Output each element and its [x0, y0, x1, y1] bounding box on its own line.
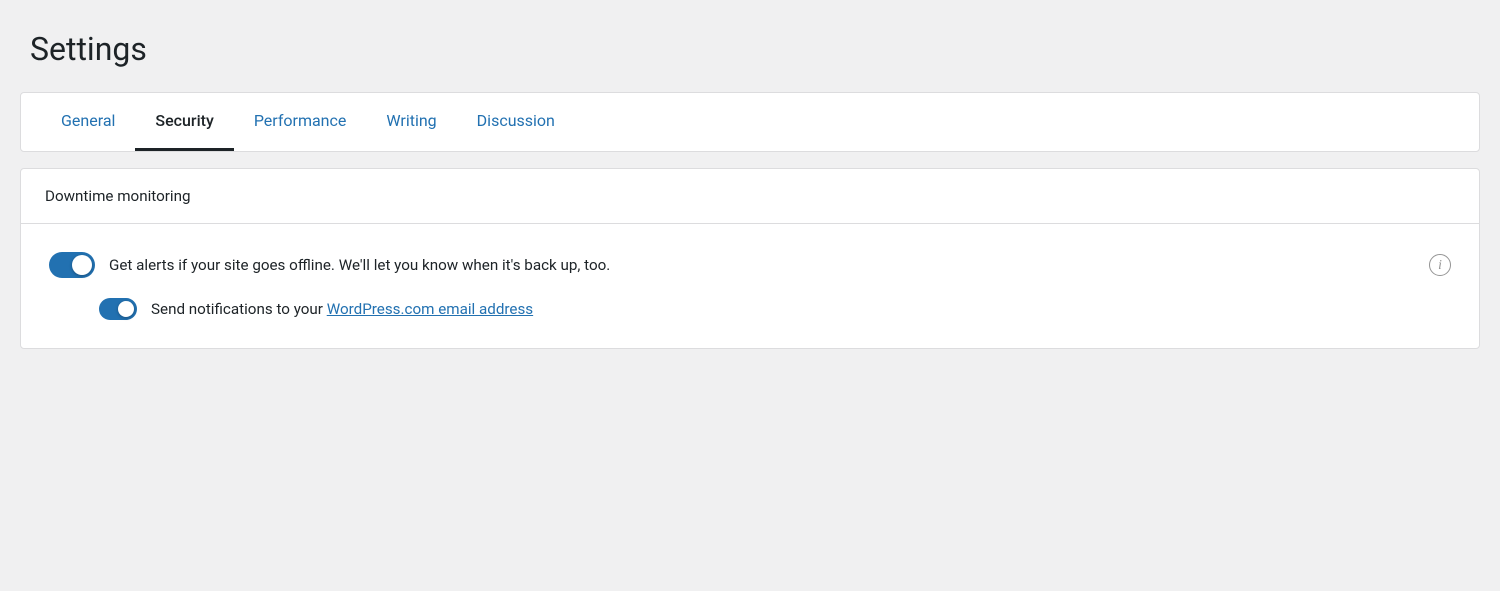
toggle-2-label: Send notifications to your WordPress.com…: [151, 300, 533, 318]
toggle-thumb-2: [118, 301, 134, 317]
tab-general[interactable]: General: [41, 93, 135, 151]
tab-performance[interactable]: Performance: [234, 93, 367, 151]
toggle-notifications[interactable]: [99, 298, 137, 320]
tabs-card: General Security Performance Writing Dis…: [20, 92, 1480, 152]
toggle-thumb-1: [72, 255, 92, 275]
wordpress-email-link[interactable]: WordPress.com email address: [327, 300, 533, 318]
toggle-row-2: Send notifications to your WordPress.com…: [99, 298, 1451, 320]
toggle-2-label-prefix: Send notifications to your: [151, 300, 327, 318]
tabs-nav: General Security Performance Writing Dis…: [21, 93, 1479, 151]
toggle-alerts[interactable]: [49, 252, 95, 278]
section-header: Downtime monitoring: [21, 169, 1479, 224]
info-icon[interactable]: i: [1429, 254, 1451, 276]
tab-discussion[interactable]: Discussion: [457, 93, 575, 151]
toggle-1-label: Get alerts if your site goes offline. We…: [109, 256, 610, 274]
section-body: Get alerts if your site goes offline. We…: [21, 224, 1479, 348]
toggle-row-1: Get alerts if your site goes offline. We…: [49, 252, 1451, 278]
toggle-row-1-content: Get alerts if your site goes offline. We…: [49, 252, 1451, 278]
downtime-monitoring-card: Downtime monitoring Get alerts if your s…: [20, 168, 1480, 349]
tab-writing[interactable]: Writing: [366, 93, 456, 151]
tab-security[interactable]: Security: [135, 93, 233, 151]
page-title: Settings: [20, 30, 1480, 68]
